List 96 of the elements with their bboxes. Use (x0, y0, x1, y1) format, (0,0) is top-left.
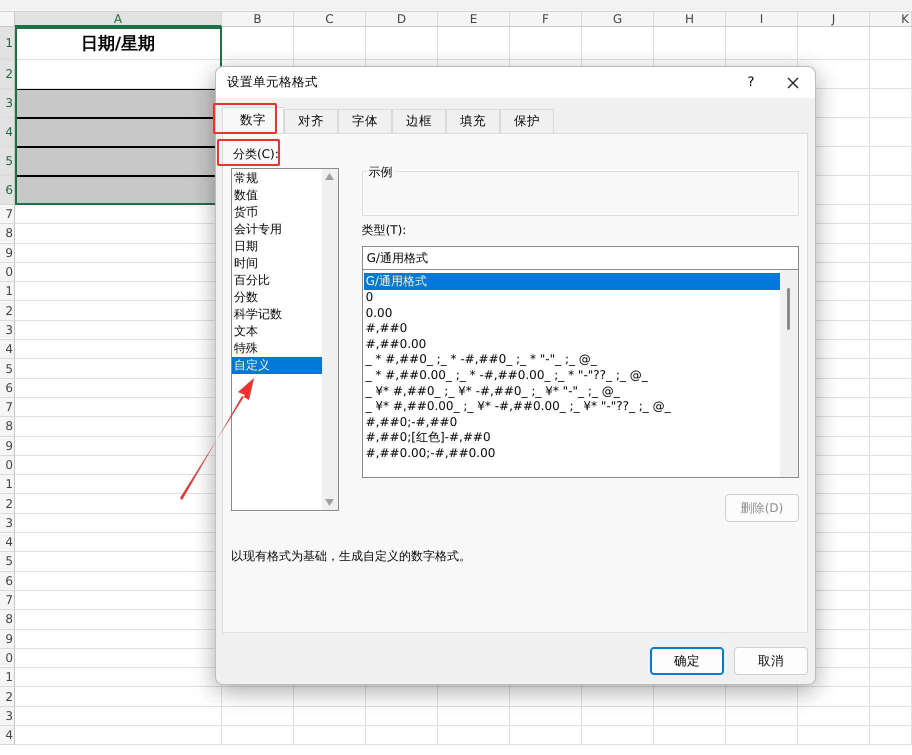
tab[interactable]: 数字 (222, 107, 284, 133)
column-header[interactable]: F (510, 12, 582, 27)
scroll-down-icon[interactable] (325, 499, 334, 506)
list-item[interactable]: 日期 (232, 238, 322, 255)
category-label: 分类(C): (232, 146, 280, 163)
column-header[interactable]: E (438, 12, 510, 27)
list-item[interactable]: 时间 (232, 255, 322, 272)
list-item[interactable]: #,##0.00;-#,##0.00 (364, 446, 780, 462)
row-header[interactable]: 2 (0, 301, 15, 321)
column-header[interactable]: K (870, 12, 912, 27)
row-header[interactable]: 3 (0, 89, 15, 118)
tab[interactable]: 字体 (338, 109, 392, 133)
tab[interactable]: 边框 (392, 109, 446, 133)
row-header[interactable]: 7 (0, 590, 15, 610)
column-header[interactable]: I (726, 12, 798, 27)
row-header[interactable]: 5 (0, 552, 15, 572)
list-item[interactable]: 货币 (232, 204, 322, 221)
description-text: 以现有格式为基础，生成自定义的数字格式。 (231, 548, 472, 565)
help-button[interactable]: ? (741, 75, 761, 90)
ok-button[interactable]: 确定 (650, 647, 724, 675)
row-header[interactable]: 0 (0, 262, 15, 282)
list-item[interactable]: 科学记数 (232, 306, 322, 323)
type-label: 类型(T): (362, 222, 408, 238)
tab[interactable]: 保护 (500, 109, 554, 133)
window-title: 设置单元格格式 (227, 74, 319, 91)
list-item[interactable]: _ ¥* #,##0.00_ ;_ ¥* -#,##0.00_ ;_ ¥* "-"??_ ;_ @_ (364, 399, 780, 415)
list-item[interactable]: 自定义 (232, 357, 322, 374)
list-item[interactable]: G/通用格式 (364, 273, 780, 290)
row-header[interactable]: 4 (0, 726, 15, 746)
tab[interactable]: 填充 (446, 109, 500, 133)
column-header[interactable]: J (798, 12, 870, 27)
row-header[interactable]: 9 (0, 436, 15, 456)
row-header[interactable]: 4 (0, 118, 15, 147)
list-item[interactable]: #,##0.00 (364, 336, 780, 352)
list-item[interactable]: #,##0;-#,##0 (364, 414, 780, 430)
list-item[interactable]: _ * #,##0.00_ ;_ * -#,##0.00_ ;_ * "-"??_ ;_ @_ (364, 368, 780, 384)
list-item[interactable]: _ * #,##0_ ;_ * -#,##0_ ;_ * "-"_ ;_ @_ (364, 352, 780, 368)
row-header[interactable]: 3 (0, 320, 15, 340)
row-header[interactable]: 1 (0, 27, 15, 60)
list-item[interactable]: 特殊 (232, 340, 322, 357)
row-header[interactable]: 2 (0, 494, 15, 514)
input-field[interactable]: G/通用格式 (362, 246, 799, 270)
row-header[interactable]: 8 (0, 610, 15, 630)
list-item[interactable]: 百分比 (232, 272, 322, 289)
scroll-up-icon[interactable] (325, 173, 334, 180)
close-icon[interactable] (787, 76, 799, 88)
list-item[interactable]: 0.00 (364, 306, 780, 322)
row-header[interactable]: 8 (0, 224, 15, 244)
row-header[interactable]: 5 (0, 359, 15, 379)
select-all-corner[interactable] (0, 12, 15, 27)
column-header[interactable]: D (366, 12, 438, 27)
row-header[interactable]: 1 (0, 475, 15, 494)
list-item[interactable]: #,##0 (364, 321, 780, 337)
row-header[interactable]: 2 (0, 60, 15, 89)
row-header[interactable]: 9 (0, 244, 15, 263)
row-header[interactable]: 0 (0, 456, 15, 476)
row-header[interactable]: 5 (0, 147, 15, 176)
row-header[interactable]: 6 (0, 176, 15, 205)
column-header[interactable]: C (294, 12, 366, 27)
column-header[interactable]: G (582, 12, 654, 27)
row-header[interactable]: 8 (0, 417, 15, 437)
list-item[interactable]: #,##0;[红色]-#,##0 (364, 430, 780, 446)
row-header[interactable]: 7 (0, 205, 15, 224)
row-header[interactable]: 1 (0, 282, 15, 302)
list-item[interactable]: 0 (364, 290, 780, 306)
row-header[interactable]: 2 (0, 687, 15, 707)
row-header[interactable]: 3 (0, 514, 15, 534)
row-header[interactable]: 6 (0, 378, 15, 398)
tab[interactable]: 对齐 (284, 109, 338, 133)
cancel-button[interactable]: 取消 (734, 647, 808, 675)
row-header[interactable]: 0 (0, 648, 15, 668)
column-header[interactable]: A (15, 12, 222, 27)
highlight-frame (213, 103, 277, 134)
list-item[interactable]: 常规 (232, 170, 322, 187)
row-header[interactable]: 7 (0, 398, 15, 418)
row-header[interactable]: 9 (0, 630, 15, 649)
table-cell[interactable]: 日期/星期 (15, 27, 222, 60)
list-item[interactable]: 分数 (232, 289, 322, 306)
row-header[interactable]: 1 (0, 668, 15, 688)
column-header[interactable]: B (222, 12, 294, 27)
list-item[interactable]: 文本 (232, 323, 322, 340)
sample-label: 示例 (366, 164, 395, 181)
scrollbar[interactable] (780, 270, 798, 477)
scrollbar[interactable] (322, 169, 338, 510)
format-list[interactable] (362, 270, 799, 478)
highlight-frame (217, 139, 280, 166)
list-item[interactable]: 数值 (232, 187, 322, 204)
category-list[interactable]: 常规 数值 货币 会计专用 日期 时间 百分比 分数 科学记数 文本 特殊 自定义 (231, 168, 339, 511)
column-header[interactable]: H (654, 12, 726, 27)
list-item[interactable]: 会计专用 (232, 221, 322, 238)
row-header[interactable]: 4 (0, 533, 15, 552)
row-header[interactable]: 4 (0, 340, 15, 360)
scroll-thumb[interactable] (787, 288, 790, 330)
row-header[interactable]: 3 (0, 706, 15, 726)
row-header[interactable]: 6 (0, 572, 15, 591)
list-item[interactable]: _ ¥* #,##0_ ;_ ¥* -#,##0_ ;_ ¥* "-"_ ;_ @_ (364, 384, 780, 400)
